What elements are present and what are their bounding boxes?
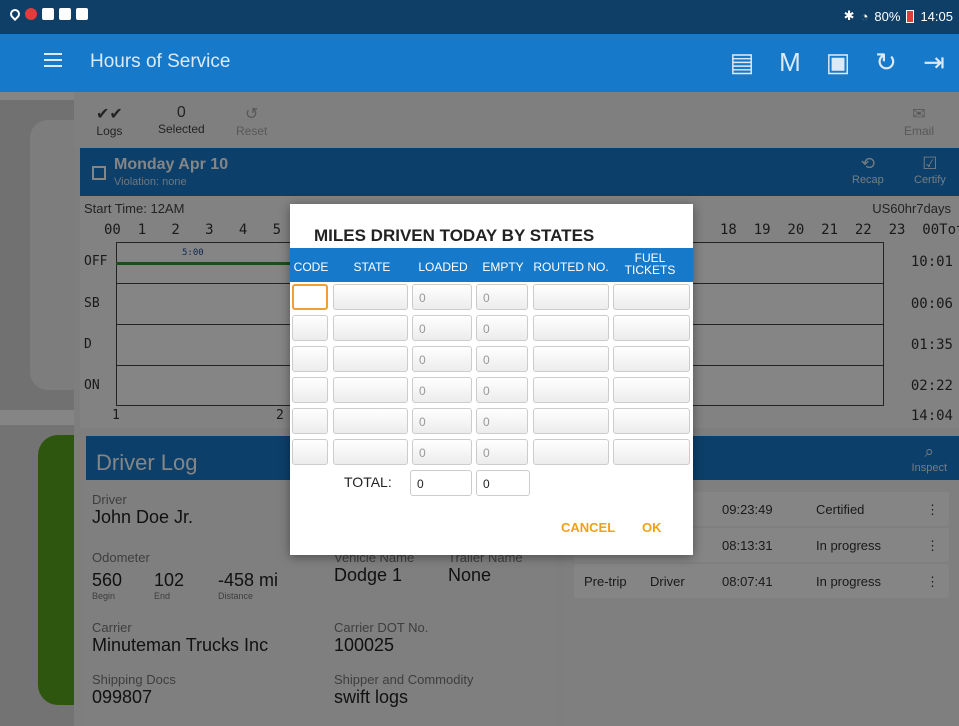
code-field[interactable] [292, 439, 328, 465]
notification-icons [7, 6, 88, 22]
miles-by-state-dialog: MILES DRIVEN TODAY BY STATES CODE STATE … [290, 204, 693, 555]
routed-field[interactable] [533, 377, 609, 403]
system-tray: ✱ ◔ 80% 14:05 [844, 8, 953, 24]
image-icon [42, 8, 54, 20]
cancel-button[interactable]: CANCEL [561, 520, 615, 535]
empty-field[interactable]: 0 [476, 408, 528, 434]
code-field[interactable] [292, 408, 328, 434]
col-state: STATE [353, 260, 391, 274]
col-loaded: LOADED [418, 260, 468, 274]
fuel-field[interactable] [613, 408, 690, 434]
loaded-field[interactable]: 0 [412, 315, 472, 341]
routed-field[interactable] [533, 315, 609, 341]
code-field[interactable] [292, 284, 328, 310]
routed-field[interactable] [533, 346, 609, 372]
m-icon[interactable]: M [775, 46, 805, 78]
col-code: CODE [293, 260, 329, 274]
total-loaded-field: 0 [410, 470, 472, 496]
dialog-title: MILES DRIVEN TODAY BY STATES [314, 226, 595, 245]
ok-button[interactable]: OK [642, 520, 662, 535]
col-routed: ROUTED NO. [533, 260, 609, 274]
battery-level: 80% [874, 8, 901, 24]
refresh-icon[interactable]: ↻ [871, 46, 901, 78]
loaded-field[interactable]: 0 [412, 346, 472, 372]
logout-icon[interactable]: ⇥ [919, 46, 949, 78]
code-field[interactable] [292, 377, 328, 403]
col-empty: EMPTY [482, 260, 524, 274]
bluetooth-icon: ✱ [843, 8, 855, 23]
clock: 14:05 [920, 8, 953, 24]
app-bar-actions: ▤ M ▣ ↻ ⇥ [727, 46, 949, 78]
battery-icon [906, 9, 915, 23]
app-title: Hours of Service [90, 51, 231, 72]
empty-field[interactable]: 0 [476, 284, 528, 310]
app-bar: Hours of Service ▤ M ▣ ↻ ⇥ [0, 34, 959, 92]
document-icon [59, 8, 71, 20]
empty-field[interactable]: 0 [476, 346, 528, 372]
state-field[interactable] [333, 377, 408, 403]
state-field[interactable] [333, 439, 408, 465]
loaded-field[interactable]: 0 [412, 284, 472, 310]
state-field[interactable] [333, 315, 408, 341]
state-field[interactable] [333, 346, 408, 372]
fuel-field[interactable] [613, 377, 690, 403]
empty-field[interactable]: 0 [476, 377, 528, 403]
message-icon[interactable]: ▤ [727, 46, 757, 78]
wifi-icon: ◔ [860, 8, 869, 24]
routed-field[interactable] [533, 408, 609, 434]
state-field[interactable] [333, 284, 408, 310]
loaded-field[interactable]: 0 [412, 439, 472, 465]
total-empty-field: 0 [476, 470, 530, 496]
total-label: TOTAL: [344, 474, 392, 490]
fuel-field[interactable] [613, 439, 690, 465]
table-header: CODE STATE LOADED EMPTY ROUTED NO. FUEL … [290, 248, 693, 282]
loaded-field[interactable]: 0 [412, 408, 472, 434]
status-bar: ✱ ◔ 80% 14:05 [0, 0, 959, 34]
gmail-icon [76, 8, 88, 20]
col-fuel: FUEL TICKETS [624, 251, 676, 277]
fuel-field[interactable] [613, 346, 690, 372]
routed-field[interactable] [533, 284, 609, 310]
menu-icon[interactable] [44, 53, 62, 67]
state-field[interactable] [333, 408, 408, 434]
code-field[interactable] [292, 315, 328, 341]
empty-field[interactable]: 0 [476, 439, 528, 465]
loaded-field[interactable]: 0 [412, 377, 472, 403]
fuel-field[interactable] [613, 315, 690, 341]
empty-field[interactable]: 0 [476, 315, 528, 341]
clipboard-icon[interactable]: ▣ [823, 46, 853, 78]
fuel-field[interactable] [613, 284, 690, 310]
code-field[interactable] [292, 346, 328, 372]
alert-icon [25, 8, 37, 20]
routed-field[interactable] [533, 439, 609, 465]
location-icon [7, 6, 23, 22]
